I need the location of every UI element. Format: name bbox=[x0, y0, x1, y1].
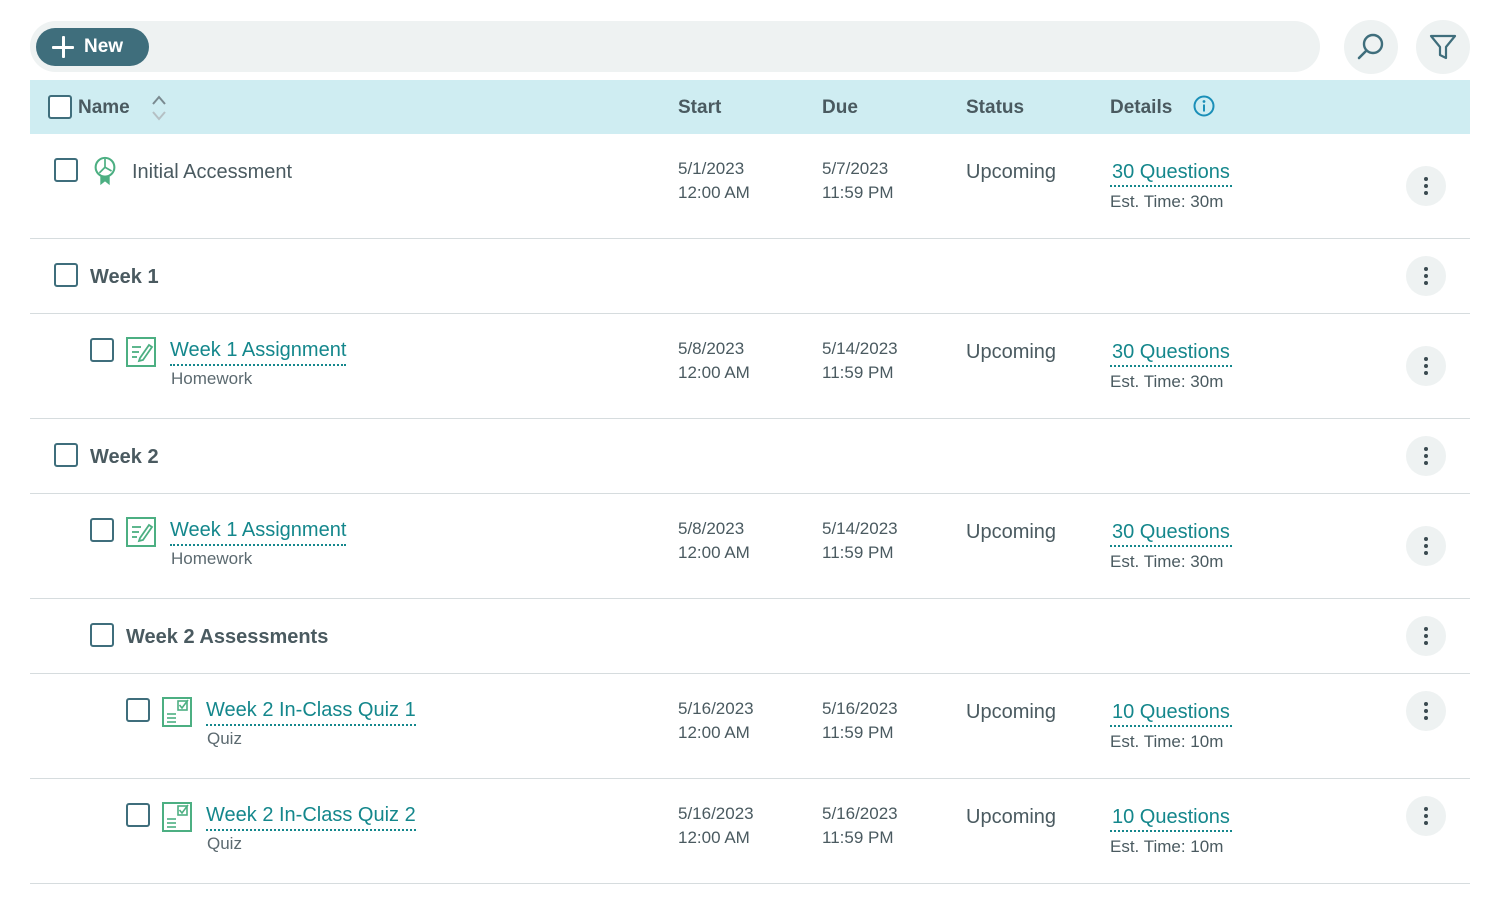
search-button[interactable] bbox=[1344, 20, 1398, 74]
more-actions-button[interactable] bbox=[1406, 526, 1446, 566]
group-checkbox[interactable] bbox=[54, 443, 78, 467]
est-time: Est. Time: 10m bbox=[1110, 837, 1224, 856]
more-actions-button[interactable] bbox=[1406, 796, 1446, 836]
more-actions-button[interactable] bbox=[1406, 616, 1446, 656]
group-title: Week 2 Assessments bbox=[126, 626, 329, 648]
item-title-link[interactable]: Week 1 Assignment bbox=[170, 518, 347, 546]
toolbar: New bbox=[30, 21, 1320, 72]
questions-link[interactable]: 30 Questions bbox=[1110, 160, 1232, 187]
status-text: Upcoming bbox=[966, 806, 1057, 828]
sort-icon[interactable] bbox=[151, 94, 167, 122]
item-title-link[interactable]: Week 2 In-Class Quiz 1 bbox=[206, 698, 416, 726]
new-button[interactable]: New bbox=[36, 28, 149, 66]
row-checkbox[interactable] bbox=[126, 803, 150, 827]
est-time: Est. Time: 30m bbox=[1110, 372, 1224, 391]
start-date: 5/8/2023 bbox=[678, 519, 745, 538]
table-header: Name Start Due Status Details bbox=[30, 80, 1470, 134]
group-title: Week 1 bbox=[90, 266, 159, 288]
due-date: 5/14/2023 bbox=[822, 339, 898, 358]
column-status: Status bbox=[966, 97, 1025, 118]
item-type: Quiz bbox=[207, 834, 242, 853]
start-date: 5/16/2023 bbox=[678, 804, 754, 823]
info-icon[interactable] bbox=[1193, 95, 1215, 117]
table-row: Week 2 In-Class Quiz 2 Quiz 5/16/2023 12… bbox=[30, 779, 1470, 884]
select-all-checkbox[interactable] bbox=[48, 95, 72, 119]
start-time: 12:00 AM bbox=[678, 363, 750, 382]
column-name: Name bbox=[78, 97, 130, 118]
questions-link[interactable]: 10 Questions bbox=[1110, 805, 1232, 832]
more-actions-button[interactable] bbox=[1406, 256, 1446, 296]
questions-link[interactable]: 30 Questions bbox=[1110, 340, 1232, 367]
start-date: 5/1/2023 bbox=[678, 159, 745, 178]
more-actions-button[interactable] bbox=[1406, 436, 1446, 476]
homework-icon bbox=[126, 517, 156, 547]
group-checkbox[interactable] bbox=[54, 263, 78, 287]
due-time: 11:59 PM bbox=[822, 183, 894, 202]
group-checkbox[interactable] bbox=[90, 623, 114, 647]
more-actions-button[interactable] bbox=[1406, 691, 1446, 731]
item-title[interactable]: Initial Accessment bbox=[132, 160, 292, 184]
row-checkbox[interactable] bbox=[90, 518, 114, 542]
group-title: Week 2 bbox=[90, 446, 159, 468]
due-time: 11:59 PM bbox=[822, 828, 894, 847]
row-checkbox[interactable] bbox=[90, 338, 114, 362]
est-time: Est. Time: 30m bbox=[1110, 552, 1224, 571]
status-text: Upcoming bbox=[966, 701, 1057, 723]
due-time: 11:59 PM bbox=[822, 723, 894, 742]
due-time: 11:59 PM bbox=[822, 363, 894, 382]
questions-link[interactable]: 30 Questions bbox=[1110, 520, 1232, 547]
item-type: Quiz bbox=[207, 729, 242, 748]
table-row: Week 2 In-Class Quiz 1 Quiz 5/16/2023 12… bbox=[30, 674, 1470, 779]
row-checkbox[interactable] bbox=[54, 158, 78, 182]
est-time: Est. Time: 10m bbox=[1110, 732, 1224, 751]
column-start: Start bbox=[678, 97, 722, 118]
group-row: Week 2 bbox=[30, 419, 1470, 494]
status-text: Upcoming bbox=[966, 521, 1057, 543]
item-type: Homework bbox=[171, 549, 253, 568]
plus-icon bbox=[52, 36, 74, 58]
assessment-ribbon-icon bbox=[94, 156, 116, 186]
filter-button[interactable] bbox=[1416, 20, 1470, 74]
item-title-link[interactable]: Week 1 Assignment bbox=[170, 338, 347, 366]
due-date: 5/16/2023 bbox=[822, 804, 898, 823]
new-button-label: New bbox=[84, 36, 124, 57]
item-title-link[interactable]: Week 2 In-Class Quiz 2 bbox=[206, 803, 416, 831]
est-time: Est. Time: 30m bbox=[1110, 192, 1224, 211]
more-actions-button[interactable] bbox=[1406, 346, 1446, 386]
table-row: Week 1 Assignment Homework 5/8/2023 12:0… bbox=[30, 494, 1470, 599]
group-row: Week 1 bbox=[30, 239, 1470, 314]
quiz-icon bbox=[162, 802, 192, 832]
start-date: 5/16/2023 bbox=[678, 699, 754, 718]
filter-icon bbox=[1429, 34, 1457, 60]
start-time: 12:00 AM bbox=[678, 828, 750, 847]
due-date: 5/7/2023 bbox=[822, 159, 889, 178]
status-text: Upcoming bbox=[966, 341, 1057, 363]
quiz-icon bbox=[162, 697, 192, 727]
start-time: 12:00 AM bbox=[678, 183, 750, 202]
questions-link[interactable]: 10 Questions bbox=[1110, 700, 1232, 727]
search-icon bbox=[1357, 33, 1384, 60]
start-time: 12:00 AM bbox=[678, 723, 750, 742]
start-time: 12:00 AM bbox=[678, 543, 750, 562]
status-text: Upcoming bbox=[966, 161, 1057, 183]
due-time: 11:59 PM bbox=[822, 543, 894, 562]
more-actions-button[interactable] bbox=[1406, 166, 1446, 206]
table-row: Initial Accessment 5/1/2023 12:00 AM 5/7… bbox=[30, 134, 1470, 239]
due-date: 5/16/2023 bbox=[822, 699, 898, 718]
item-type: Homework bbox=[171, 369, 253, 388]
group-row: Week 2 Assessments bbox=[30, 599, 1470, 674]
row-checkbox[interactable] bbox=[126, 698, 150, 722]
column-due: Due bbox=[822, 97, 858, 118]
homework-icon bbox=[126, 337, 156, 367]
table-row: Week 1 Assignment Homework 5/8/2023 12:0… bbox=[30, 314, 1470, 419]
due-date: 5/14/2023 bbox=[822, 519, 898, 538]
start-date: 5/8/2023 bbox=[678, 339, 745, 358]
column-details: Details bbox=[1110, 97, 1173, 118]
